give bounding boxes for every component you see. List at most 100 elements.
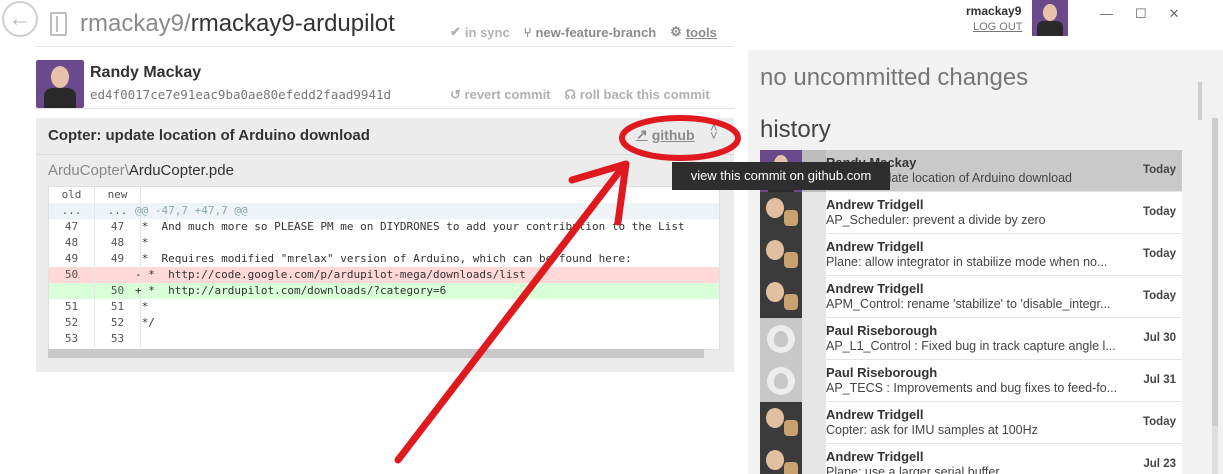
divider [36, 108, 734, 109]
avatar-strip [802, 360, 826, 402]
logout-link[interactable]: LOG OUT [973, 21, 1023, 33]
history-date: Today [1142, 416, 1176, 428]
old-line-number: 49 [49, 251, 95, 267]
history-item[interactable]: Andrew Tridgell Plane: allow integrator i… [760, 234, 1182, 276]
history-date: Jul 30 [1143, 332, 1176, 344]
history-message: AP_L1_Control : Fixed bug in track captu… [826, 339, 1116, 353]
window-controls: — ☐ ✕ [1100, 6, 1180, 22]
repo-title: rmackay9/rmackay9-ardupilot [80, 10, 395, 38]
old-line-number: 51 [49, 299, 95, 315]
col-new-header: new [95, 187, 141, 203]
old-line-number: 53 [49, 331, 95, 347]
history-author: Andrew Tridgell [826, 197, 924, 212]
branch-button[interactable]: ⑂ new-feature-branch [524, 24, 656, 40]
history-message: AP_TECS : Improvements and bug fixes to … [826, 381, 1118, 395]
avatar [760, 234, 802, 276]
back-button[interactable]: ← [2, 1, 38, 37]
line-text: @@ -47,7 +47,7 @@ [135, 204, 248, 217]
diff-line: 50 + * http://ardupilot.com/downloads/?ca… [49, 283, 719, 299]
history-date: Jul 31 [1143, 374, 1176, 386]
file-path: ArduCopter\ArduCopter.pde [48, 162, 234, 179]
github-tooltip: view this commit on github.com [672, 162, 890, 190]
old-line-number: ... [49, 203, 95, 219]
history-scrollbar[interactable] [1212, 118, 1218, 474]
changes-scrollbar[interactable] [1198, 82, 1202, 120]
history-title: history [760, 116, 831, 143]
avatar-strip [802, 318, 826, 360]
line-text: * [135, 236, 149, 249]
avatar [760, 192, 802, 234]
history-item[interactable]: Paul Riseborough AP_L1_Control : Fixed bu… [760, 318, 1182, 360]
repo-owner[interactable]: rmackay9/ [80, 10, 191, 37]
diff-line: ...... @@ -47,7 +47,7 @@ [49, 203, 719, 219]
user-name: rmackay9 [966, 4, 1022, 18]
diff-line: 50 - * http://code.google.com/p/ardupilot… [49, 267, 719, 283]
history-author: Andrew Tridgell [826, 281, 924, 296]
code-scrollbar[interactable] [48, 349, 704, 358]
branch-icon: ⑂ [523, 24, 532, 40]
history-message: Plane: allow integrator in stabilize mod… [826, 255, 1108, 269]
divider [36, 154, 734, 155]
history-date: Today [1142, 290, 1176, 302]
line-text: * Requires modified "mrelax" version of … [135, 252, 632, 265]
history-author: Andrew Tridgell [826, 449, 924, 464]
diff-header-row: old new [49, 187, 719, 203]
history-item[interactable]: Paul Riseborough AP_TECS : Improvements a… [760, 360, 1182, 402]
divider [36, 46, 734, 47]
maximize-icon[interactable]: ☐ [1135, 6, 1147, 22]
commit-sha: ed4f0017ce7e91eac9ba0ae80efedd2faad9941d [90, 87, 392, 102]
github-button[interactable]: ↗ github [636, 126, 695, 143]
diff-line: 51 51 * [49, 299, 719, 315]
history-item[interactable]: Andrew Tridgell AP_Scheduler: prevent a d… [760, 192, 1182, 234]
old-line-number [49, 283, 95, 299]
author-avatar [36, 60, 84, 108]
close-icon[interactable]: ✕ [1169, 6, 1180, 22]
diff-line: 48 48 * [49, 235, 719, 251]
history-item[interactable]: Andrew Tridgell Plane: use a larger seria… [760, 444, 1182, 474]
rollback-icon: ☊ [564, 87, 577, 102]
repo-name: rmackay9-ardupilot [190, 10, 395, 37]
no-changes-label: no uncommitted changes [760, 64, 1029, 91]
avatar [760, 318, 802, 360]
diff-line: 52 52 */ [49, 315, 719, 331]
avatar-strip [802, 402, 826, 444]
user-avatar[interactable] [1032, 0, 1068, 36]
rollback-commit-button[interactable]: ☊ roll back this commit [565, 87, 710, 103]
old-line-number: 47 [49, 219, 95, 235]
old-line-number: 50 [49, 267, 95, 283]
history-date: Today [1142, 248, 1176, 260]
history-message: Copter: ask for IMU samples at 100Hz [826, 423, 1038, 437]
history-date: Today [1142, 206, 1176, 218]
revert-commit-button[interactable]: ↺ revert commit [450, 87, 551, 103]
tools-button[interactable]: ⚙ tools [670, 24, 717, 40]
check-icon: ✔ [450, 24, 461, 39]
col-old-header: old [49, 187, 95, 203]
collapse-icon[interactable]: ˄ ˅ [710, 121, 718, 142]
back-arrow-icon: ← [8, 5, 32, 32]
external-link-icon: ↗ [636, 126, 648, 142]
commit-author: Randy Mackay [90, 64, 202, 81]
avatar-strip [802, 276, 826, 318]
history-item[interactable]: Andrew Tridgell Copter: ask for IMU sampl… [760, 402, 1182, 444]
diff-line: 53 53 [49, 331, 719, 347]
file-dir: ArduCopter\ [48, 162, 129, 179]
commit-actions: ↺ revert commit ☊ roll back this commit [450, 87, 710, 103]
new-line-number: 53 [95, 331, 141, 347]
line-text: + * http://ardupilot.com/downloads/?cate… [135, 284, 447, 297]
code-diff: old new ...... @@ -47,7 +47,7 @@ 47 47 * An… [48, 186, 720, 350]
avatar-strip [802, 234, 826, 276]
history-author: Paul Riseborough [826, 365, 938, 380]
gear-icon: ⚙ [670, 24, 682, 39]
old-line-number: 52 [49, 315, 95, 331]
diff-line: 49 49 * Requires modified "mrelax" versio… [49, 251, 719, 267]
history-item[interactable]: Andrew Tridgell APM_Control: rename 'stab… [760, 276, 1182, 318]
diff-line: 47 47 * And much more so PLEASE PM me on … [49, 219, 719, 235]
history-list: Randy MackayCopter: update location of A… [760, 150, 1182, 474]
repo-actions: ✔ in sync ⑂ new-feature-branch ⚙ tools [450, 24, 717, 40]
repo-icon [50, 12, 67, 36]
minimize-icon[interactable]: — [1100, 6, 1113, 22]
line-text: * And much more so PLEASE PM me on DIYDR… [135, 220, 685, 233]
history-author: Andrew Tridgell [826, 407, 924, 422]
avatar [760, 444, 802, 474]
avatar-strip [802, 444, 826, 474]
